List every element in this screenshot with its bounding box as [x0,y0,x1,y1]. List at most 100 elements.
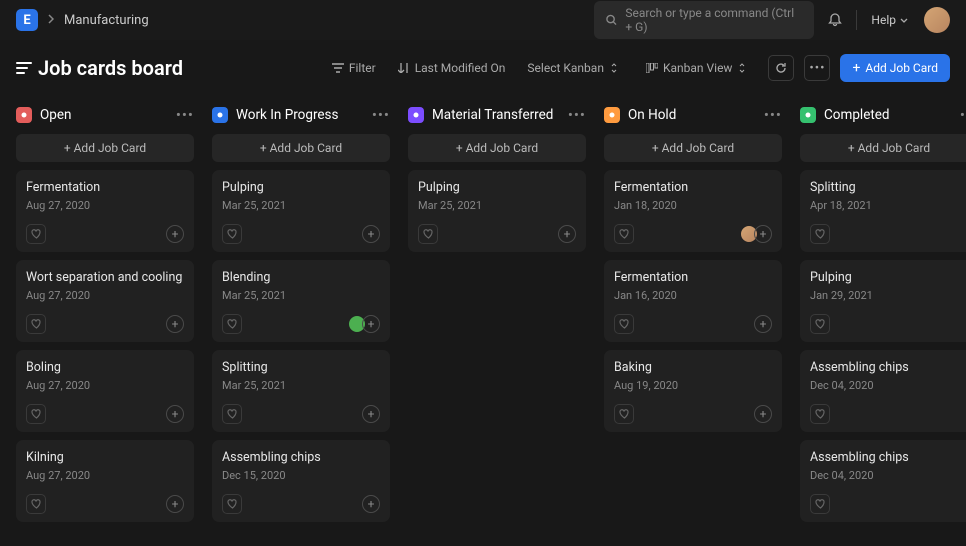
card-date: Mar 25, 2021 [222,199,380,212]
add-assignee-button[interactable]: + [362,225,380,243]
column-header: Work In Progress ••• [212,106,390,134]
like-button[interactable] [810,224,830,244]
card-title: Assembling chips [810,360,966,375]
add-assignee-button[interactable]: + [166,315,184,333]
bell-icon [827,12,843,28]
card-title: Pulping [418,180,576,195]
column-menu-button[interactable]: ••• [176,106,194,124]
card-footer: + [222,224,380,244]
like-button[interactable] [222,224,242,244]
add-assignee-button[interactable]: + [754,405,772,423]
job-card[interactable]: Fermentation Jan 16, 2020 + [604,260,782,342]
job-card[interactable]: Boling Aug 27, 2020 + [16,350,194,432]
add-card-button[interactable]: + Add Job Card [604,134,782,162]
add-assignee-button[interactable]: + [166,405,184,423]
app-logo[interactable]: E [16,9,38,31]
add-assignee-button[interactable]: + [362,495,380,513]
like-button[interactable] [26,224,46,244]
column-title: On Hold [628,107,764,123]
card-date: Aug 27, 2020 [26,289,184,302]
more-button[interactable]: ••• [804,55,830,81]
job-card[interactable]: Baking Aug 19, 2020 + [604,350,782,432]
card-footer: + [614,404,772,424]
menu-icon[interactable] [16,62,32,74]
add-assignee-button[interactable]: + [754,225,772,243]
like-button[interactable] [614,224,634,244]
add-card-button[interactable]: + Add Job Card [16,134,194,162]
card-date: Mar 25, 2021 [222,379,380,392]
heart-icon [815,229,826,239]
column-title: Work In Progress [236,107,372,123]
kanban-column: Open •••+ Add Job Card Fermentation Aug … [16,106,194,530]
column-menu-button[interactable]: ••• [372,106,390,124]
like-button[interactable] [26,404,46,424]
job-card[interactable]: Splitting Mar 25, 2021 + [212,350,390,432]
add-assignee-button[interactable]: + [754,315,772,333]
card-title: Splitting [810,180,966,195]
job-card[interactable]: Pulping Mar 25, 2021 + [408,170,586,252]
select-kanban-button[interactable]: Select Kanban [521,57,630,79]
like-button[interactable] [810,494,830,514]
job-card[interactable]: Fermentation Jan 18, 2020 + [604,170,782,252]
like-button[interactable] [222,494,242,514]
column-menu-button[interactable]: ••• [764,106,782,124]
kanban-view-button[interactable]: Kanban View [640,57,759,79]
like-button[interactable] [614,404,634,424]
column-header: Completed ••• [800,106,966,134]
help-button[interactable]: Help [871,13,908,27]
column-status-icon [212,107,228,123]
filter-icon [332,63,344,73]
sort-arrows-icon [737,63,747,73]
title-row: Job cards board Filter Last Modified On … [0,40,966,90]
like-button[interactable] [810,404,830,424]
job-card[interactable]: Assembling chips Dec 15, 2020 + [212,440,390,522]
heart-icon [619,319,630,329]
job-card[interactable]: Fermentation Aug 27, 2020 + [16,170,194,252]
notifications-button[interactable] [820,5,850,35]
like-button[interactable] [222,314,242,334]
job-card[interactable]: Pulping Mar 25, 2021 + [212,170,390,252]
add-assignee-button[interactable]: + [362,315,380,333]
card-footer: + [222,494,380,514]
dots-icon: ••• [809,61,825,76]
job-card[interactable]: Blending Mar 25, 2021 + [212,260,390,342]
column-menu-button[interactable]: ••• [568,106,586,124]
refresh-button[interactable] [768,55,794,81]
card-title: Fermentation [614,270,772,285]
search-input[interactable]: Search or type a command (Ctrl + G) [594,1,814,39]
add-card-button[interactable]: + Add Job Card [212,134,390,162]
job-card[interactable]: Assembling chips Dec 04, 2020 [800,350,966,432]
top-header: E Manufacturing Search or type a command… [0,0,966,40]
like-button[interactable] [26,494,46,514]
add-assignee-button[interactable]: + [166,495,184,513]
breadcrumb[interactable]: Manufacturing [64,13,149,28]
like-button[interactable] [26,314,46,334]
heart-icon [619,409,630,419]
like-button[interactable] [810,314,830,334]
add-assignee-button[interactable]: + [558,225,576,243]
job-card[interactable]: Pulping Jan 29, 2021 [800,260,966,342]
heart-icon [31,409,42,419]
column-title: Completed [824,107,960,123]
like-button[interactable] [222,404,242,424]
job-card[interactable]: Wort separation and cooling Aug 27, 2020… [16,260,194,342]
card-date: Jan 29, 2021 [810,289,966,302]
job-card[interactable]: Kilning Aug 27, 2020 + [16,440,194,522]
like-button[interactable] [418,224,438,244]
assignees: + [558,225,576,243]
card-date: Dec 04, 2020 [810,469,966,482]
job-card[interactable]: Splitting Apr 18, 2021 [800,170,966,252]
add-job-card-button[interactable]: + Add Job Card [840,54,950,82]
add-card-button[interactable]: + Add Job Card [800,134,966,162]
add-card-button[interactable]: + Add Job Card [408,134,586,162]
user-avatar[interactable] [924,7,950,33]
job-card[interactable]: Assembling chips Dec 04, 2020 [800,440,966,522]
column-menu-button[interactable]: ••• [960,106,966,124]
sort-icon [398,63,410,73]
add-assignee-button[interactable]: + [362,405,380,423]
card-title: Fermentation [26,180,184,195]
like-button[interactable] [614,314,634,334]
filter-button[interactable]: Filter [326,57,382,79]
add-assignee-button[interactable]: + [166,225,184,243]
sort-button[interactable]: Last Modified On [392,57,512,79]
